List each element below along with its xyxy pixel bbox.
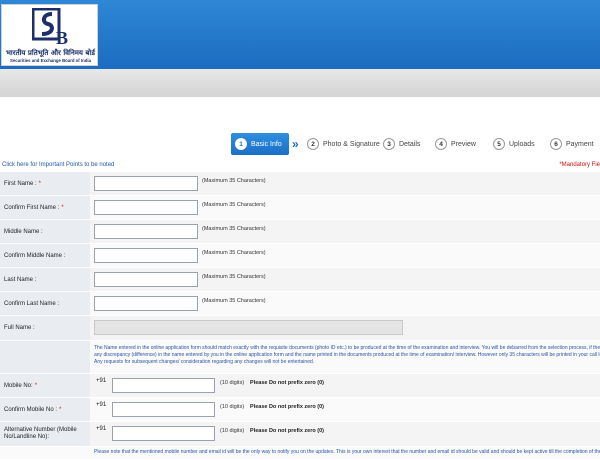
country-code: +91: [96, 426, 107, 432]
sebi-logo[interactable]: Bi भारतीय प्रतिभूति और विनिमय बोर्ड Secu…: [1, 4, 98, 66]
form-row-full-name: Full Name :: [0, 316, 600, 341]
step-number: 4: [435, 138, 447, 150]
empty-label: [0, 341, 90, 373]
field-hint: (Maximum 35 Characters): [202, 298, 266, 304]
logo-english-text: Securities and Exchange Board of India: [10, 58, 91, 63]
form-row-confirm-middle-name: Confirm Middle Name : (Maximum 35 Charac…: [0, 244, 600, 268]
first-name-input[interactable]: [94, 176, 198, 191]
field-label: Confirm Middle Name :: [0, 244, 90, 267]
step-label: Uploads: [509, 140, 535, 148]
field-label: Confirm Last Name :: [0, 292, 90, 315]
step-preview[interactable]: 4 Preview: [435, 133, 476, 155]
no-zero-note: Please Do not prefix zero (0): [250, 380, 324, 386]
digits-hint: (10 digits): [220, 404, 245, 410]
required-asterisk: *: [61, 204, 64, 211]
field-label: Middle Name :: [0, 220, 90, 243]
step-label: Basic Info: [251, 140, 282, 148]
confirm-first-name-input[interactable]: [94, 200, 198, 215]
basic-info-form: First Name : * (Maximum 35 Characters) Co…: [0, 172, 600, 460]
important-points-link[interactable]: Click here for Important Points to be no…: [2, 162, 114, 168]
name-note: The Name entered in the online applicati…: [94, 345, 600, 365]
form-row-middle-name: Middle Name : (Maximum 35 Characters): [0, 220, 600, 244]
step-number: 6: [550, 138, 562, 150]
form-row-confirm-last-name: Confirm Last Name : (Maximum 35 Characte…: [0, 292, 600, 316]
step-photo-signature[interactable]: 2 Photo & Signature: [307, 133, 380, 155]
field-hint: (Maximum 35 Characters): [202, 226, 266, 232]
alt-number-input[interactable]: [112, 426, 215, 441]
step-number: 1: [235, 138, 247, 150]
field-hint: (Maximum 35 Characters): [202, 250, 266, 256]
form-row-bottom-note: Please note that the mentioned mobile nu…: [0, 447, 600, 460]
country-code: +91: [96, 378, 107, 384]
step-uploads[interactable]: 5 Uploads: [493, 133, 535, 155]
mobile-email-note: Please note that the mentioned mobile nu…: [94, 449, 600, 455]
form-row-first-name: First Name : * (Maximum 35 Characters): [0, 172, 600, 196]
form-row-alt-number: Alternative Number (Mobile No/Landline N…: [0, 422, 600, 447]
country-code: +91: [96, 402, 107, 408]
step-label: Payment: [566, 140, 594, 148]
form-row-mobile: Mobile No: * +91 (10 digits) Please Do no…: [0, 374, 600, 398]
form-row-name-note: The Name entered in the online applicati…: [0, 341, 600, 374]
full-name-input: [94, 320, 403, 335]
mobile-input[interactable]: [112, 378, 215, 393]
field-label: First Name : *: [0, 172, 90, 195]
confirm-mobile-input[interactable]: [112, 402, 215, 417]
field-label: Confirm First Name : *: [0, 196, 90, 219]
step-label: Photo & Signature: [323, 140, 380, 148]
chevron-right-icon: »: [292, 137, 299, 151]
form-row-last-name: Last Name : (Maximum 35 Characters): [0, 268, 600, 292]
logo-hindi-text: भारतीय प्रतिभूति और विनिमय बोर्ड: [6, 49, 95, 57]
sebi-emblem-icon: Bi: [32, 8, 68, 48]
no-zero-note: Please Do not prefix zero (0): [250, 404, 324, 410]
step-number: 2: [307, 138, 319, 150]
middle-name-input[interactable]: [94, 224, 198, 239]
step-number: 3: [383, 138, 395, 150]
step-label: Preview: [451, 140, 476, 148]
step-progress: 1 Basic Info » 2 Photo & Signature 3 Det…: [231, 133, 600, 155]
field-label: Confirm Mobile No : *: [0, 398, 90, 421]
step-number: 5: [493, 138, 505, 150]
confirm-middle-name-input[interactable]: [94, 248, 198, 263]
required-asterisk: *: [59, 406, 62, 413]
field-label: Mobile No: *: [0, 374, 90, 397]
form-row-confirm-mobile: Confirm Mobile No : * +91 (10 digits) Ple…: [0, 398, 600, 422]
field-hint: (Maximum 35 Characters): [202, 202, 266, 208]
last-name-input[interactable]: [94, 272, 198, 287]
step-label: Details: [399, 140, 421, 148]
field-hint: (Maximum 35 Characters): [202, 274, 266, 280]
digits-hint: (10 digits): [220, 380, 245, 386]
digits-hint: (10 digits): [220, 428, 245, 434]
step-payment[interactable]: 6 Payment: [550, 133, 594, 155]
no-zero-note: Please Do not prefix zero (0): [250, 428, 324, 434]
field-label: Last Name :: [0, 268, 90, 291]
form-row-confirm-first-name: Confirm First Name : * (Maximum 35 Charac…: [0, 196, 600, 220]
field-label: Alternative Number (Mobile No/Landline N…: [0, 422, 90, 446]
step-basic-info[interactable]: 1 Basic Info: [231, 133, 289, 155]
required-asterisk: *: [38, 180, 42, 187]
menu-band: [0, 69, 600, 97]
step-details[interactable]: 3 Details: [383, 133, 420, 155]
required-asterisk: *: [34, 382, 38, 389]
field-hint: (Maximum 35 Characters): [202, 178, 266, 184]
confirm-last-name-input[interactable]: [94, 296, 198, 311]
svg-text:Bi: Bi: [56, 28, 68, 48]
field-label: Full Name :: [0, 316, 90, 340]
mandatory-note: *Mandatory Fie: [559, 162, 600, 168]
